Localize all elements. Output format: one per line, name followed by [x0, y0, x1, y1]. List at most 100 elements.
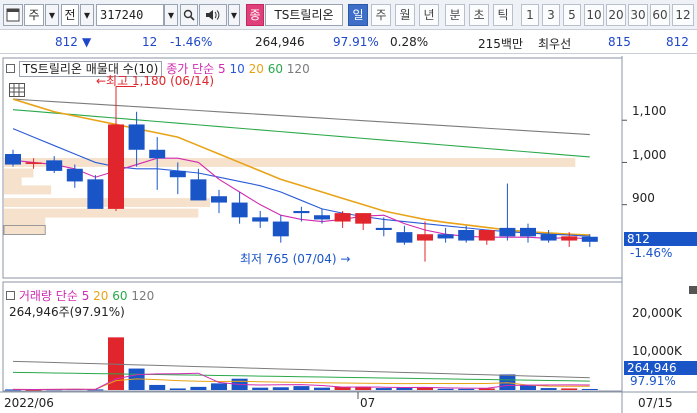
candle-body	[66, 168, 83, 182]
price-panel-frame	[2, 57, 623, 279]
candle-body	[231, 202, 248, 218]
candle-body	[520, 227, 536, 237]
volume-bar	[252, 387, 269, 390]
candle-body	[314, 215, 330, 220]
chart-area[interactable]: TS트릴리온 매물대 수(10) 종가 단순 5 10 20 60 120 ←최…	[0, 56, 697, 413]
price-tick-900: 900	[632, 191, 655, 205]
candle-body	[355, 213, 372, 224]
volume-bar	[272, 387, 289, 390]
vol-ma120-legend: 120	[131, 289, 155, 303]
volume-bar	[149, 384, 166, 390]
grid-toggle-icon[interactable]	[9, 83, 25, 97]
trade-volume: 264,946	[255, 35, 305, 49]
volume-profile-bar	[4, 185, 52, 195]
period-tab-second[interactable]: 초	[469, 4, 489, 26]
volume-bar	[169, 388, 186, 390]
volume-tag: 264,946	[624, 361, 697, 375]
candle-body	[169, 170, 186, 178]
stock-code-input[interactable]: 317240	[96, 4, 164, 26]
candle-body	[375, 227, 392, 230]
stock-name-field[interactable]: TS트릴리온	[265, 4, 343, 26]
candle-body	[128, 124, 145, 150]
sound-dropdown-button[interactable]: ▾	[228, 4, 240, 26]
prev-dropdown-button[interactable]: ▾	[80, 4, 94, 26]
volume-bar	[499, 374, 516, 390]
current-change-tag: -1.46%	[630, 246, 673, 260]
window-icon[interactable]	[3, 4, 23, 26]
volume-tick-10000k: 10,000K	[632, 344, 682, 358]
volume-profile-bar	[4, 157, 576, 167]
search-icon[interactable]	[180, 4, 198, 26]
candle-body	[108, 124, 124, 209]
high-annotation: ←최고 1,180 (06/14)	[96, 74, 215, 88]
candle-body	[87, 179, 104, 209]
minute-button-3[interactable]: 3	[542, 4, 560, 26]
current-volume-text: 264,946주(97.91%)	[9, 305, 125, 319]
tab-stock[interactable]: 주	[24, 4, 44, 26]
period-tab-tick[interactable]: 틱	[493, 4, 513, 26]
volume-bar	[375, 388, 392, 390]
volume-tick-20000k: 20,000K	[632, 306, 682, 320]
period-tab-month[interactable]: 월	[395, 4, 415, 26]
minute-button-1[interactable]: 1	[521, 4, 539, 26]
minute-button-10[interactable]: 10	[584, 4, 604, 26]
candle-body	[396, 232, 413, 243]
period-tab-minute[interactable]: 분	[445, 4, 465, 26]
period-tab-week[interactable]: 주	[371, 4, 391, 26]
candle-body	[252, 217, 269, 222]
tab-prev[interactable]: 전	[61, 4, 79, 26]
candle-body	[293, 211, 310, 214]
sound-icon[interactable]	[199, 4, 227, 26]
vol-ma60-legend: 60	[112, 289, 128, 303]
candle-body	[561, 236, 578, 241]
volume-bar	[581, 388, 598, 390]
period-tab-year[interactable]: 년	[419, 4, 439, 26]
volume-legend: 거래량 단순 5 20 60 120	[6, 287, 154, 304]
candle-body	[149, 149, 166, 159]
ma120-legend: 120	[286, 62, 310, 76]
volume-bar	[355, 387, 372, 390]
quote-bar: 812 ▼ 12 -1.46% 264,946 97.91% 0.28% 215…	[0, 30, 697, 54]
candle-body	[540, 234, 557, 241]
stock-dropdown-button[interactable]: ▾	[45, 4, 59, 26]
code-dropdown-button[interactable]: ▾	[164, 4, 178, 26]
period-tab-day[interactable]: 일	[348, 4, 368, 26]
minute-button-120[interactable]: 12	[672, 4, 694, 26]
best-bid: 812	[666, 35, 689, 49]
best-ask: 815	[608, 35, 631, 49]
low-annotation: 최저 765 (07/04) →	[240, 252, 351, 266]
candle-body	[46, 160, 63, 171]
candle-body	[211, 196, 227, 203]
candle-body	[437, 234, 454, 239]
volume-profile-bar	[4, 217, 46, 227]
minute-button-30[interactable]: 30	[628, 4, 648, 26]
turnover-rate: 0.28%	[390, 35, 429, 49]
candle-body	[417, 234, 433, 241]
candle-body	[5, 154, 21, 165]
volume-bar	[437, 388, 454, 390]
candle-body	[581, 236, 598, 242]
minute-button-5[interactable]: 5	[563, 4, 581, 26]
volume-bar	[190, 386, 207, 390]
volume-ratio-tag: 97.91%	[630, 374, 676, 388]
volume-profile-bar	[4, 176, 22, 186]
volume-bar	[540, 388, 557, 390]
ma10-legend: 10	[229, 62, 245, 76]
price-change-percent: -1.46%	[170, 35, 213, 49]
volume-profile-bar	[3, 225, 46, 235]
category-badge: 종	[246, 4, 264, 26]
x-label-2022-06: 2022/06	[4, 396, 54, 410]
volume-panel-collapse-icon[interactable]	[689, 286, 697, 294]
volume-bar	[293, 386, 310, 390]
price-tick-1000: 1,000	[632, 148, 667, 162]
minute-button-20[interactable]: 20	[606, 4, 626, 26]
volume-bar	[396, 387, 413, 390]
volume-ratio: 97.91%	[333, 35, 379, 49]
volume-bar	[211, 383, 227, 390]
volume-bar	[314, 387, 330, 390]
candlestick-chart[interactable]	[0, 56, 697, 413]
price-tick-1100: 1,100	[632, 104, 667, 118]
candle-body	[478, 230, 495, 241]
minute-button-60[interactable]: 60	[650, 4, 670, 26]
volume-profile-bar	[4, 168, 34, 178]
